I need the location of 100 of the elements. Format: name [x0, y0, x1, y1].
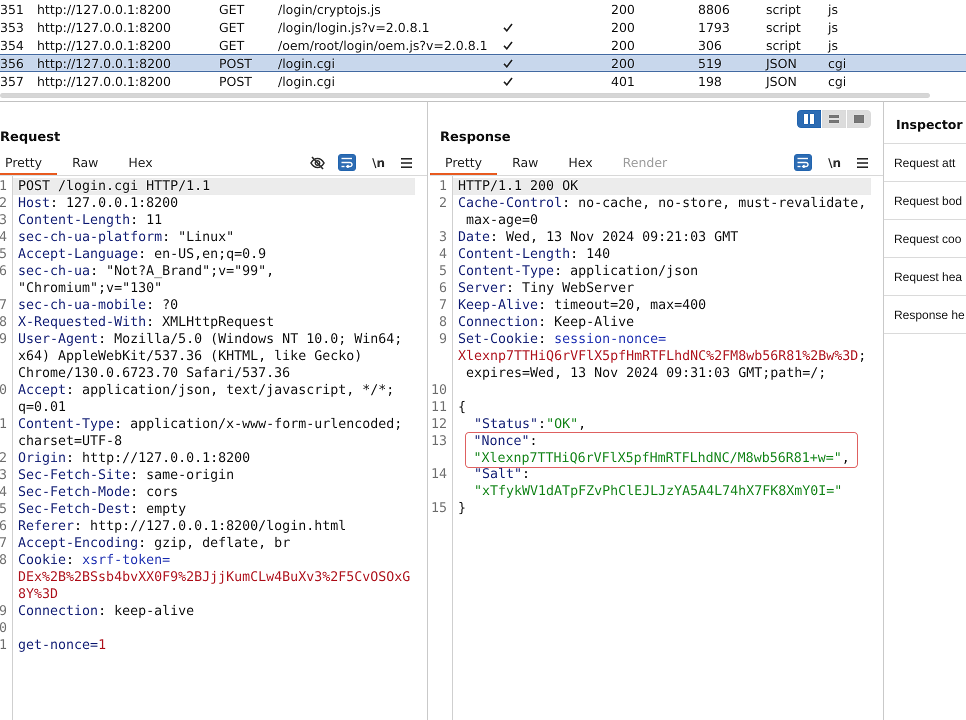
table-cell: http://127.0.0.1:8200 [37, 56, 171, 70]
layout-button[interactable] [797, 110, 821, 128]
horizontal-scrollbar[interactable] [0, 93, 930, 98]
table-cell: 1793 [698, 20, 730, 34]
table-cell: JSON [766, 74, 797, 88]
tab[interactable]: Pretty [430, 150, 498, 175]
line-number: 4 [0, 484, 8, 501]
wrap-toggle[interactable] [338, 154, 356, 171]
inspector-section[interactable]: Request att [884, 144, 966, 182]
table-cell: http://127.0.0.1:8200 [37, 20, 171, 34]
code-line: Date: Wed, 13 Nov 2024 09:21:03 GMT [457, 229, 740, 246]
line-number: 1 [0, 178, 8, 195]
hide-toggle[interactable] [310, 154, 326, 171]
code-line: "Status":"OK", [473, 416, 588, 433]
line-number: 0 [0, 620, 8, 637]
tab[interactable]: Raw [57, 150, 114, 175]
line-number: 8 [438, 314, 448, 331]
code-line: Content-Length: 11 [17, 212, 164, 229]
line-number: 1 [438, 178, 448, 195]
table-cell: js [828, 20, 838, 34]
newline-toggle[interactable]: \n [825, 154, 844, 171]
table-cell: 200 [611, 20, 635, 34]
line-number: 13 [430, 433, 448, 450]
table-cell: GET [219, 2, 244, 16]
line-number: 4 [0, 229, 8, 246]
table-cell: 200 [611, 2, 635, 16]
table-cell: POST [219, 56, 252, 70]
code-line: Origin: http://127.0.0.1:8200 [17, 450, 252, 467]
code-line: } [457, 500, 468, 517]
table-cell: 519 [698, 56, 722, 70]
table-cell: POST [219, 74, 252, 88]
line-number: 10 [430, 382, 448, 399]
table-cell: 200 [611, 38, 635, 52]
eye-off-icon [310, 156, 326, 170]
code-line: "Salt": "xTfykWV1dATpFZvPhClEJLJzYA5A4L74hX7FK8XmY0I=" [473, 466, 844, 500]
table-row[interactable]: 354 http://127.0.0.1:8200 GET /oem/root/login/oem.js?v=2.0.8.1 200 306 script js [0, 36, 966, 54]
line-number: 5 [0, 246, 8, 263]
square-icon [854, 115, 864, 123]
line-number: 3 [0, 212, 8, 229]
code-line: Server: Tiny WebServer [457, 280, 636, 297]
line-number: 4 [438, 246, 448, 263]
code-line: Set-Cookie: session-nonce= Xlexnp7TTHiQ6rVFlX5pfHmRTFLhdNC%2FM8wb56R81%2Bw%3D; expires=Wed, 13 Nov 2024 09:31:03 GMT;path=/; [457, 331, 868, 382]
tab[interactable]: Hex [553, 150, 608, 175]
code-line: sec-ch-ua-mobile: ?0 [17, 297, 180, 314]
layout-button[interactable] [847, 110, 871, 128]
newline-toggle[interactable]: \n [369, 154, 388, 171]
line-number: 9 [0, 603, 8, 620]
code-line: Cache-Control: no-cache, no-store, must-revalidate, max-age=0 [457, 195, 868, 229]
table-row[interactable]: 356 http://127.0.0.1:8200 POST /login.cgi 200 519 JSON cgi [0, 54, 966, 72]
panel-title: Response [439, 129, 512, 147]
menu-icon [857, 158, 868, 168]
code-line: User-Agent: Mozilla/5.0 (Windows NT 10.0; Win64; x64) AppleWebKit/537.36 (KHTML, like Gecko) Chrome/130.0.6723.70 Safari/537.36 [17, 331, 404, 382]
columns-icon [804, 114, 814, 124]
code-line: sec-ch-ua-platform: "Linux" [17, 229, 236, 246]
line-number: 2 [438, 195, 448, 212]
table-row[interactable]: 357 http://127.0.0.1:8200 POST /login.cgi 401 198 JSON cgi [0, 72, 966, 90]
line-number: 1 [0, 637, 8, 654]
tab[interactable]: Pretty [0, 150, 58, 175]
table-cell: script [766, 20, 801, 34]
table-cell: js [828, 38, 838, 52]
tab[interactable]: Raw [497, 150, 554, 175]
line-number: 5 [438, 263, 448, 280]
line-number: 8 [0, 552, 8, 569]
code-line: Sec-Fetch-Mode: cors [17, 484, 180, 501]
line-number: 3 [438, 229, 448, 246]
table-cell: js [828, 2, 838, 16]
line-number: 2 [0, 195, 8, 212]
tab[interactable]: Hex [113, 150, 168, 175]
table-cell: 200 [611, 56, 635, 70]
wrap-toggle[interactable] [794, 154, 812, 171]
code-line: { [457, 399, 468, 416]
menu-icon [401, 158, 412, 168]
inspector-section[interactable]: Request coo [884, 220, 966, 258]
table-row[interactable]: 353 http://127.0.0.1:8200 GET /login/login.js?v=2.0.8.1 200 1793 script js [0, 18, 966, 36]
inspector-section[interactable]: Request bod [884, 182, 966, 220]
code-line: Keep-Alive: timeout=20, max=400 [457, 297, 708, 314]
code-line: Cookie: xsrf-token= DEx%2B%2BSsb4bvXX0F9%2BJjjKumCLw4BuXv3%2F5CvOSOxG 8Y%3D [17, 552, 412, 603]
layout-button[interactable] [822, 110, 846, 128]
line-number: 5 [0, 501, 8, 518]
table-cell: 357 [0, 74, 24, 88]
line-number: 7 [0, 297, 8, 314]
line-number: 6 [438, 280, 448, 297]
rows-icon [829, 115, 839, 123]
table-cell: http://127.0.0.1:8200 [37, 2, 171, 16]
table-cell: /login.cgi [278, 56, 335, 70]
inspector-section[interactable]: Request hea [884, 258, 966, 296]
table-cell: cgi [828, 56, 846, 70]
code-line: get-nonce=1 [17, 637, 108, 654]
code-line: sec-ch-ua: "Not?A_Brand";v="99", "Chromium";v="130" [17, 263, 276, 297]
table-row[interactable]: 351 http://127.0.0.1:8200 GET /login/cryptojs.js 200 8806 script js [0, 0, 966, 18]
code-line: Content-Type: application/x-www-form-urlencoded; charset=UTF-8 [17, 416, 404, 450]
table-cell: GET [219, 20, 244, 34]
code-line: Host: 127.0.0.1:8200 [17, 195, 180, 212]
line-number: 6 [0, 518, 8, 535]
table-cell: /login/login.js?v=2.0.8.1 [278, 20, 430, 34]
wrap-icon [797, 157, 810, 168]
line-number: 7 [438, 297, 448, 314]
code-line: Accept: application/json, text/javascript, */*; q=0.01 [17, 382, 396, 416]
inspector-section[interactable]: Response he [884, 296, 966, 334]
table-cell: /login.cgi [278, 74, 335, 88]
